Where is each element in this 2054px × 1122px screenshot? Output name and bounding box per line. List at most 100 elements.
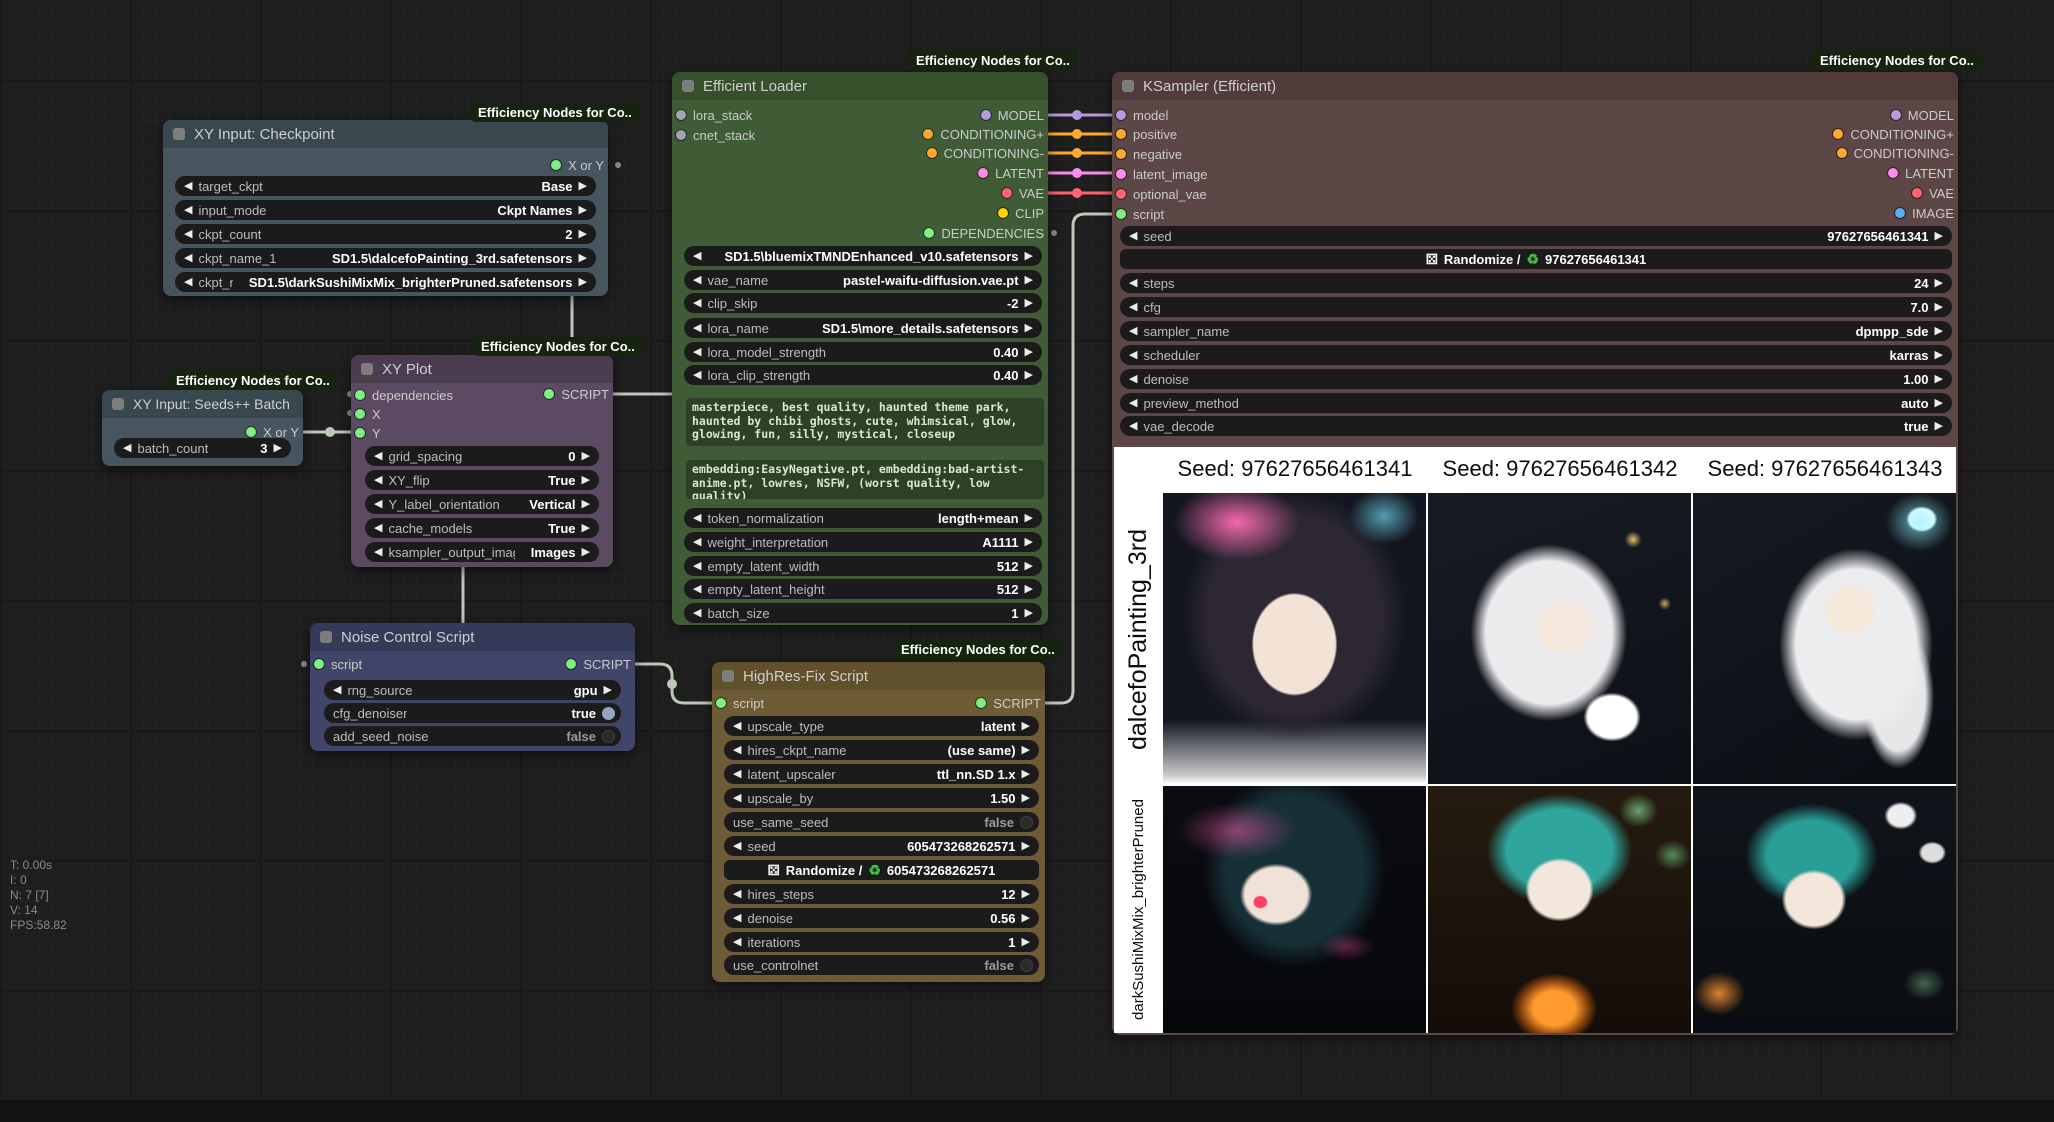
- node-title[interactable]: Efficient Loader: [672, 72, 1048, 100]
- widget-vae-decode[interactable]: vae_decode true: [1120, 416, 1952, 436]
- widget-denoise[interactable]: denoise 1.00: [1120, 369, 1952, 389]
- widget-lora-clip-strength[interactable]: lora_clip_strength 0.40: [684, 365, 1042, 385]
- increment-arrow-icon[interactable]: [1022, 716, 1030, 736]
- decrement-arrow-icon[interactable]: [1129, 369, 1137, 389]
- output-slot-conditioning-plus[interactable]: CONDITIONING+: [1833, 125, 1954, 143]
- collapse-icon[interactable]: [112, 398, 124, 410]
- collapse-icon[interactable]: [682, 80, 694, 92]
- decrement-arrow-icon[interactable]: [733, 908, 741, 928]
- collapse-icon[interactable]: [173, 128, 185, 140]
- output-slot-clip[interactable]: CLIP: [998, 204, 1044, 222]
- widget-batch-count[interactable]: batch_count 3: [114, 438, 291, 458]
- node-title[interactable]: XY Input: Seeds++ Batch: [102, 390, 303, 418]
- widget-ckpt-name-1[interactable]: ckpt_name_1 SD1.5\dalcefoPainting_3rd.sa…: [175, 248, 596, 268]
- increment-arrow-icon[interactable]: [1935, 226, 1943, 246]
- decrement-arrow-icon[interactable]: [184, 176, 192, 196]
- output-slot-image[interactable]: IMAGE: [1895, 204, 1954, 222]
- widget-weight-interpretation[interactable]: weight_interpretation A1111: [684, 532, 1042, 552]
- toggle-knob[interactable]: [1020, 816, 1033, 829]
- decrement-arrow-icon[interactable]: [733, 932, 741, 952]
- widget-steps[interactable]: steps 24: [1120, 273, 1952, 293]
- widget-sampler-name[interactable]: sampler_name dpmpp_sde: [1120, 321, 1952, 341]
- output-slot-latent[interactable]: LATENT: [978, 164, 1044, 182]
- input-slot-dot[interactable]: [314, 659, 324, 669]
- widget-preview-method[interactable]: preview_method auto: [1120, 393, 1952, 413]
- widget-ksampler-output-image[interactable]: ksampler_output_image Images: [365, 542, 599, 562]
- output-slot-vae[interactable]: VAE: [1002, 184, 1044, 202]
- widget-ckpt-name[interactable]: ckpt_name SD1.5\bluemixTMNDEnhanced_v10.…: [684, 246, 1042, 266]
- randomize-seed-button[interactable]: Randomize / 605473268262571: [724, 860, 1039, 880]
- increment-arrow-icon[interactable]: [1025, 342, 1033, 362]
- input-slot-lora-stack[interactable]: lora_stack: [676, 106, 752, 124]
- node-noise-control-script[interactable]: Noise Control Script script SCRIPT rng_s…: [310, 623, 635, 751]
- widget-add-seed-noise[interactable]: add_seed_noise false: [324, 726, 621, 746]
- decrement-arrow-icon[interactable]: [693, 579, 701, 599]
- widget-vae-name[interactable]: vae_name pastel-waifu-diffusion.vae.pt: [684, 270, 1042, 290]
- decrement-arrow-icon[interactable]: [693, 318, 701, 338]
- decrement-arrow-icon[interactable]: [693, 365, 701, 385]
- input-slot-y[interactable]: Y: [355, 424, 381, 442]
- increment-arrow-icon[interactable]: [1935, 416, 1943, 436]
- decrement-arrow-icon[interactable]: [733, 884, 741, 904]
- output-slot-dot[interactable]: [544, 389, 554, 399]
- increment-arrow-icon[interactable]: [1025, 556, 1033, 576]
- widget-iterations[interactable]: iterations 1: [724, 932, 1039, 952]
- input-slot-script[interactable]: script: [314, 655, 362, 673]
- widget-token-normalization[interactable]: token_normalization length+mean: [684, 508, 1042, 528]
- input-slot-dot[interactable]: [355, 428, 365, 438]
- increment-arrow-icon[interactable]: [1025, 532, 1033, 552]
- increment-arrow-icon[interactable]: [579, 272, 587, 292]
- widget-xy-flip[interactable]: XY_flip True: [365, 470, 599, 490]
- decrement-arrow-icon[interactable]: [693, 342, 701, 362]
- graph-canvas[interactable]: Efficiency Nodes for Co.. Efficiency Nod…: [0, 0, 2054, 1122]
- increment-arrow-icon[interactable]: [274, 438, 282, 458]
- input-slot-dot[interactable]: [1116, 209, 1126, 219]
- widget-upscale-type[interactable]: upscale_type latent: [724, 716, 1039, 736]
- collapse-icon[interactable]: [722, 670, 734, 682]
- input-slot-dot[interactable]: [676, 110, 686, 120]
- increment-arrow-icon[interactable]: [1935, 393, 1943, 413]
- output-slot-dot[interactable]: [1837, 148, 1847, 158]
- output-slot-dot[interactable]: [551, 160, 561, 170]
- widget-ckpt-name-2[interactable]: ckpt_name_2 SD1.5\darkSushiMixMix_bright…: [175, 272, 596, 292]
- widget-use-controlnet[interactable]: use_controlnet false: [724, 955, 1039, 975]
- node-title[interactable]: KSampler (Efficient): [1112, 72, 1958, 100]
- decrement-arrow-icon[interactable]: [123, 438, 131, 458]
- increment-arrow-icon[interactable]: [579, 224, 587, 244]
- node-title[interactable]: Noise Control Script: [310, 623, 635, 651]
- output-slot-dot[interactable]: [1912, 188, 1922, 198]
- increment-arrow-icon[interactable]: [604, 680, 612, 700]
- increment-arrow-icon[interactable]: [1935, 369, 1943, 389]
- node-xy-input-checkpoint[interactable]: XY Input: Checkpoint X or Y target_ckpt …: [163, 120, 608, 296]
- input-slot-model[interactable]: model: [1116, 106, 1168, 124]
- input-slot-dot[interactable]: [1116, 169, 1126, 179]
- increment-arrow-icon[interactable]: [1025, 293, 1033, 313]
- decrement-arrow-icon[interactable]: [693, 293, 701, 313]
- input-slot-dot[interactable]: [1116, 189, 1126, 199]
- input-slot-optional-vae[interactable]: optional_vae: [1116, 185, 1207, 203]
- increment-arrow-icon[interactable]: [1022, 908, 1030, 928]
- toggle-knob[interactable]: [1020, 959, 1033, 972]
- output-slot-dot[interactable]: [976, 698, 986, 708]
- decrement-arrow-icon[interactable]: [1129, 321, 1137, 341]
- output-slot-dot[interactable]: [978, 168, 988, 178]
- input-slot-dependencies[interactable]: dependencies: [355, 386, 453, 404]
- output-slot-script[interactable]: SCRIPT: [544, 385, 609, 403]
- output-slot-dot[interactable]: [1891, 110, 1901, 120]
- widget-rng-source[interactable]: rng_source gpu: [324, 680, 621, 700]
- input-slot-negative[interactable]: negative: [1116, 145, 1182, 163]
- decrement-arrow-icon[interactable]: [1129, 273, 1137, 293]
- increment-arrow-icon[interactable]: [582, 542, 590, 562]
- output-slot-dot[interactable]: [924, 228, 934, 238]
- output-slot-dot[interactable]: [1895, 208, 1905, 218]
- increment-arrow-icon[interactable]: [1022, 788, 1030, 808]
- decrement-arrow-icon[interactable]: [693, 603, 701, 623]
- increment-arrow-icon[interactable]: [582, 446, 590, 466]
- input-slot-cnet-stack[interactable]: cnet_stack: [676, 126, 755, 144]
- toggle-knob[interactable]: [602, 707, 615, 720]
- collapse-icon[interactable]: [320, 631, 332, 643]
- decrement-arrow-icon[interactable]: [1129, 393, 1137, 413]
- widget-batch-size[interactable]: batch_size 1: [684, 603, 1042, 623]
- increment-arrow-icon[interactable]: [1022, 932, 1030, 952]
- node-ksampler-efficient[interactable]: KSampler (Efficient) model positive nega…: [1112, 72, 1958, 1035]
